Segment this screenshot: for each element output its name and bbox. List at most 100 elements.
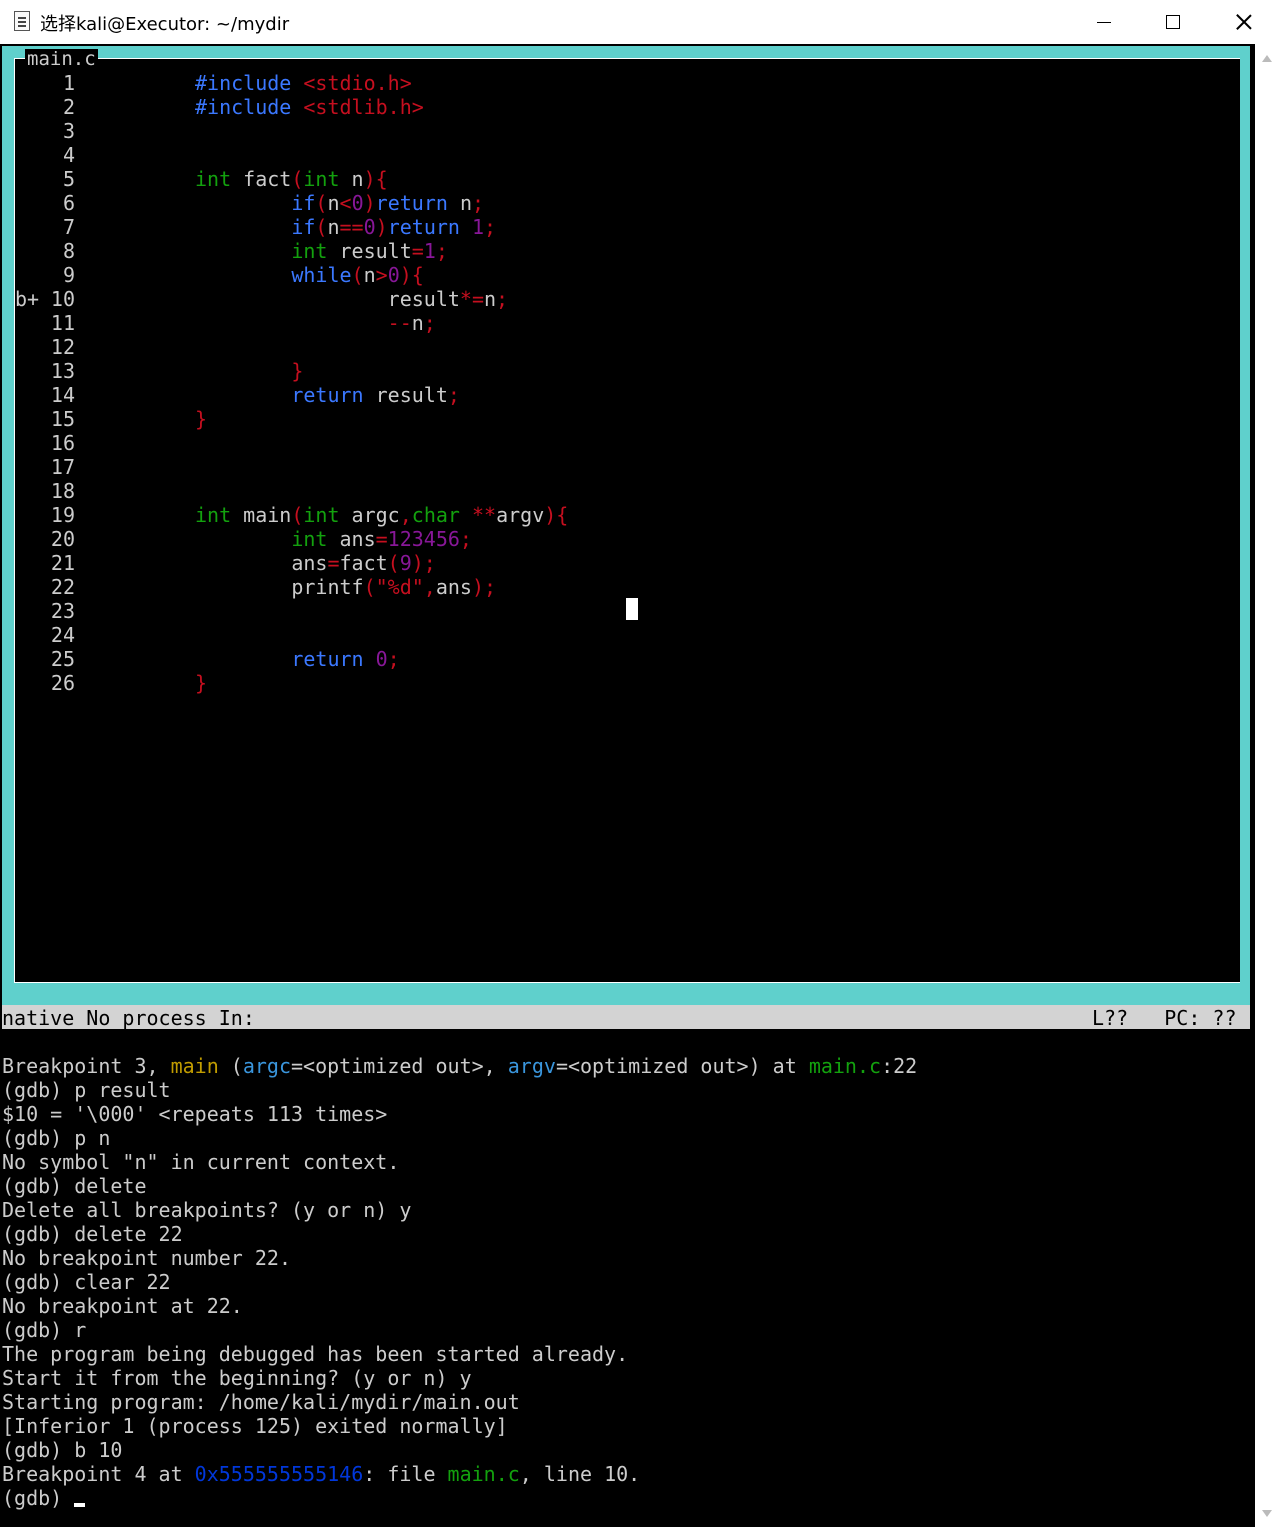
code-token: , xyxy=(399,503,412,527)
code-text: int fact(int n){ xyxy=(195,167,388,191)
code-token: = xyxy=(327,551,340,575)
line-number: 11 xyxy=(50,311,75,335)
code-token: 0 xyxy=(363,215,376,239)
code-text: --n; xyxy=(195,311,436,335)
line-number: 12 xyxy=(50,335,75,359)
scroll-up-arrow-icon[interactable] xyxy=(1262,55,1272,62)
gdb-text: :22 xyxy=(881,1054,918,1078)
code-token: printf xyxy=(195,575,364,599)
code-token: return xyxy=(375,191,448,215)
code-token: n xyxy=(339,167,364,191)
gdb-text: : file xyxy=(363,1462,448,1486)
line-number: 14 xyxy=(50,383,75,407)
code-token: ans xyxy=(195,551,328,575)
scroll-down-arrow-icon[interactable] xyxy=(1262,1510,1272,1517)
code-token: n xyxy=(447,191,472,215)
line-number: 10 xyxy=(50,287,75,311)
line-number: 26 xyxy=(50,671,75,695)
close-button[interactable] xyxy=(1209,0,1279,44)
code-token: 0 xyxy=(351,191,364,215)
line-number: 15 xyxy=(50,407,75,431)
gdb-prompt-line[interactable]: (gdb) xyxy=(2,1486,1250,1510)
gdb-output-line: (gdb) r xyxy=(2,1318,1250,1342)
code-text: printf("%d",ans); xyxy=(195,575,496,599)
gdb-output-line: Breakpoint 3, main (argc=<optimized out>… xyxy=(2,1054,1250,1078)
code-token: *= xyxy=(459,287,484,311)
gdb-text: 0x555555555146 xyxy=(194,1462,364,1486)
gdb-console[interactable]: Breakpoint 3, main (argc=<optimized out>… xyxy=(2,1054,1250,1510)
code-token: == xyxy=(339,215,364,239)
line-number: 22 xyxy=(50,575,75,599)
minimize-button[interactable] xyxy=(1069,0,1139,44)
code-token: 9 xyxy=(399,551,412,575)
gdb-text: (gdb) delete xyxy=(2,1174,147,1198)
gdb-text: Delete all breakpoints? (y or n) y xyxy=(2,1198,412,1222)
gdb-text: main.c xyxy=(808,1054,882,1078)
line-number: 16 xyxy=(50,431,75,455)
gdb-text: (gdb) clear 22 xyxy=(2,1270,171,1294)
gdb-text: Breakpoint 4 at xyxy=(2,1462,195,1486)
code-token: ; xyxy=(447,383,460,407)
code-token: <stdio.h> xyxy=(303,71,412,95)
line-number: 3 xyxy=(62,119,75,143)
maximize-button[interactable] xyxy=(1139,0,1209,44)
code-token: ; xyxy=(423,311,436,335)
line-number: 7 xyxy=(62,215,75,239)
gdb-text: main.c xyxy=(447,1462,520,1486)
terminal-cursor xyxy=(74,1503,86,1507)
code-token: argc xyxy=(339,503,400,527)
gdb-text: No breakpoint number 22. xyxy=(2,1246,291,1270)
code-text: #include <stdio.h> xyxy=(195,71,412,95)
source-window: main.c 1 #include <stdio.h> 2 #include <std… xyxy=(14,49,1240,983)
gdb-output-line: $10 = '\000' <repeats 113 times> xyxy=(2,1102,1250,1126)
gdb-output-line: (gdb) p result xyxy=(2,1078,1250,1102)
gdb-output-line: (gdb) delete 22 xyxy=(2,1222,1250,1246)
status-bar: native No process In: L?? PC: ?? xyxy=(2,1005,1250,1030)
code-token: int xyxy=(303,503,340,527)
code-text: } xyxy=(195,407,207,431)
code-token: ; xyxy=(387,647,400,671)
gdb-text: (gdb) p result xyxy=(2,1078,171,1102)
code-token: ; xyxy=(472,191,485,215)
code-token: return xyxy=(387,215,460,239)
code-token: ){ xyxy=(544,503,569,527)
code-token: ) xyxy=(363,191,376,215)
code-token: } xyxy=(195,671,208,695)
gdb-text: No breakpoint at 22. xyxy=(2,1294,243,1318)
status-line-pc: L?? PC: ?? xyxy=(1092,1006,1237,1030)
minimize-icon xyxy=(1097,22,1111,23)
code-token: ( xyxy=(351,263,364,287)
gdb-text: argc xyxy=(242,1054,292,1078)
line-number: 4 xyxy=(62,143,75,167)
code-token: = xyxy=(411,239,424,263)
code-token: 1 xyxy=(472,215,485,239)
line-number: 9 xyxy=(62,263,75,287)
line-number: 5 xyxy=(62,167,75,191)
code-token: char xyxy=(411,503,460,527)
gdb-text: (gdb) delete 22 xyxy=(2,1222,183,1246)
gdb-text: Breakpoint 3, xyxy=(2,1054,171,1078)
gdb-output-line: No symbol "n" in current context. xyxy=(2,1150,1250,1174)
code-token: fact xyxy=(339,551,388,575)
vertical-scrollbar[interactable] xyxy=(1255,44,1279,1527)
gdb-text: (gdb) r xyxy=(2,1318,87,1342)
code-text: int main(int argc,char **argv){ xyxy=(195,503,568,527)
gdb-text: Start it from the beginning? (y or n) y xyxy=(2,1366,472,1390)
code-token: n xyxy=(484,287,497,311)
gdb-output-line: No breakpoint at 22. xyxy=(2,1294,1250,1318)
gdb-text: =<optimized out>) at xyxy=(555,1054,809,1078)
line-number: 6 xyxy=(62,191,75,215)
code-token: ){ xyxy=(363,167,388,191)
line-number: 17 xyxy=(50,455,75,479)
gdb-text: (gdb) p n xyxy=(2,1126,111,1150)
gdb-text: (gdb) b 10 xyxy=(2,1438,123,1462)
line-number: 20 xyxy=(50,527,75,551)
gdb-output-line: The program being debugged has been star… xyxy=(2,1342,1250,1366)
code-token: int xyxy=(195,167,232,191)
